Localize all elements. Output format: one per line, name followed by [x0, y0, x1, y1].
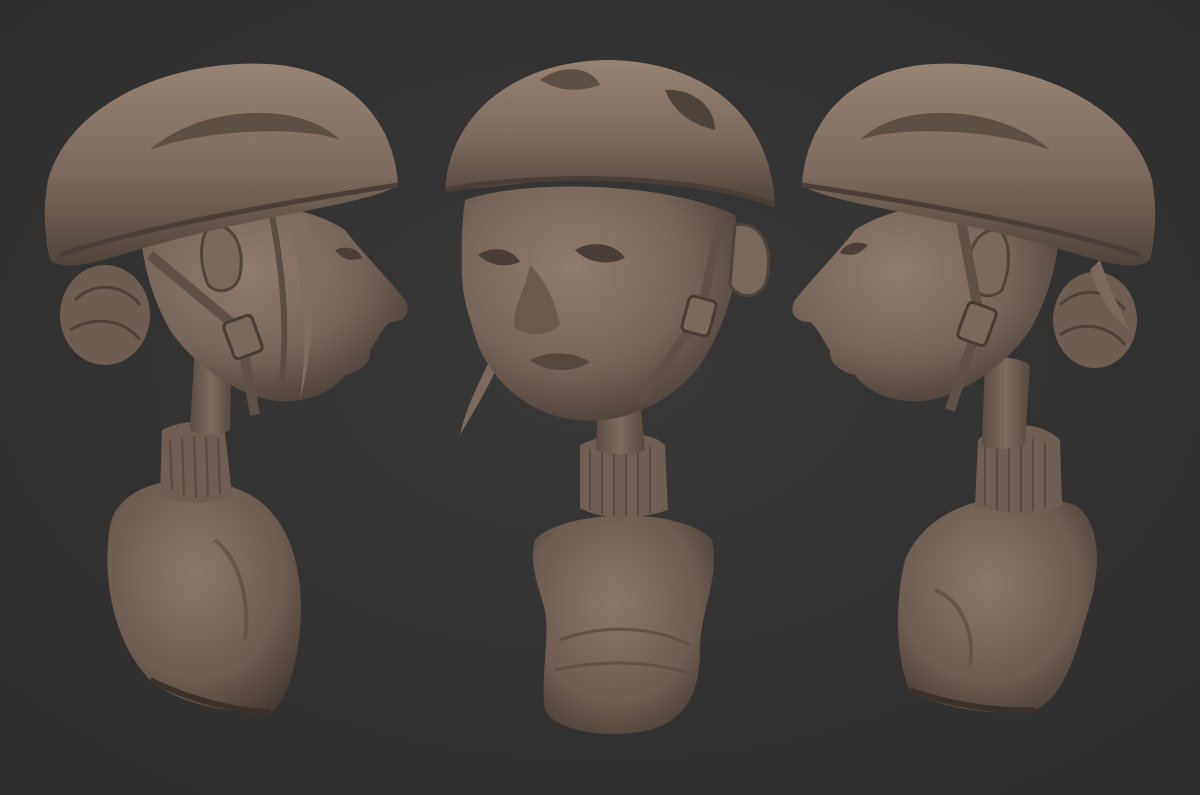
ear-front — [728, 223, 771, 297]
torso-front — [532, 515, 714, 734]
hair-bun-left — [60, 265, 150, 365]
render-viewport — [0, 0, 1200, 795]
sculpt-render — [0, 0, 1200, 795]
